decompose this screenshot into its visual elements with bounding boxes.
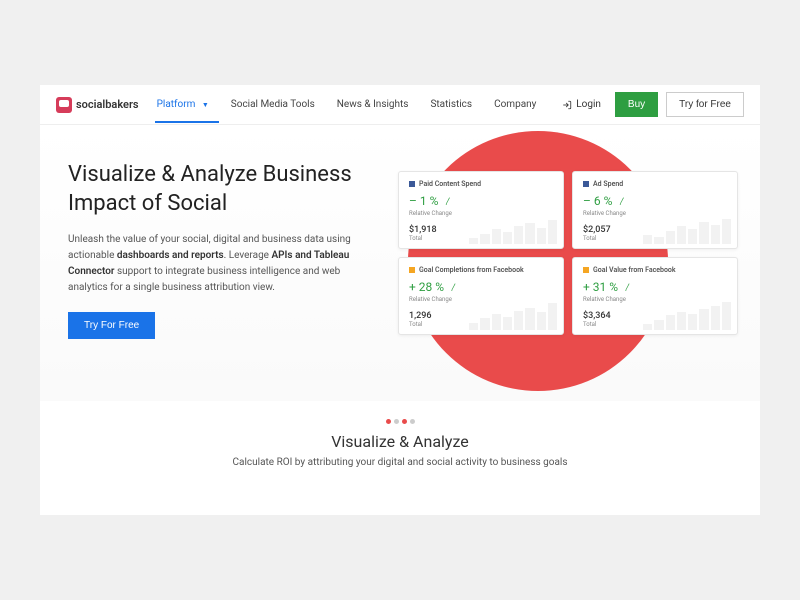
nav-statistics[interactable]: Statistics — [430, 87, 472, 122]
facebook-icon — [583, 181, 589, 187]
card-paid-content-spend: Paid Content Spend – 1 % 〳 Relative Chan… — [398, 171, 564, 249]
trend-icon: 〳 — [618, 196, 626, 207]
card-title: Goal Completions from Facebook — [409, 266, 553, 274]
metric-cards-grid: Paid Content Spend – 1 % 〳 Relative Chan… — [398, 171, 738, 335]
card-metric: + 28 % 〳 — [409, 280, 553, 294]
visualize-analyze-section: Visualize & Analyze Calculate ROI by att… — [40, 401, 760, 488]
hero-description: Unleash the value of your social, digita… — [68, 232, 358, 296]
login-link[interactable]: Login — [556, 99, 607, 110]
facebook-icon — [409, 181, 415, 187]
buy-button[interactable]: Buy — [615, 92, 658, 117]
sparkline-bars — [469, 214, 557, 244]
landing-page: socialbakers Platform ▼ Social Media Too… — [40, 85, 760, 515]
card-title: Ad Spend — [583, 180, 727, 188]
section-title: Visualize & Analyze — [80, 432, 720, 451]
nav-social-media-tools[interactable]: Social Media Tools — [231, 87, 315, 122]
analytics-icon — [583, 267, 589, 273]
hero-section: Visualize & Analyze Business Impact of S… — [40, 125, 760, 401]
nav-company[interactable]: Company — [494, 87, 536, 122]
top-nav: socialbakers Platform ▼ Social Media Too… — [40, 85, 760, 125]
chevron-down-icon: ▼ — [202, 101, 209, 109]
card-ad-spend: Ad Spend – 6 % 〳 Relative Change $2,057 … — [572, 171, 738, 249]
logo-icon — [56, 97, 72, 113]
section-description: Calculate ROI by attributing your digita… — [80, 457, 720, 468]
login-label: Login — [576, 99, 601, 110]
card-title: Goal Value from Facebook — [583, 266, 727, 274]
trend-icon: 〳 — [444, 196, 452, 207]
hero-cta-button[interactable]: Try For Free — [68, 312, 155, 339]
card-goal-value: Goal Value from Facebook + 31 % 〳 Relati… — [572, 257, 738, 335]
card-metric: – 1 % 〳 — [409, 194, 553, 208]
nav-items: Platform ▼ Social Media Tools News & Ins… — [157, 87, 557, 122]
sparkline-bars — [643, 214, 731, 244]
nav-right: Login Buy Try for Free — [556, 92, 744, 117]
card-title: Paid Content Spend — [409, 180, 553, 188]
login-icon — [562, 100, 572, 110]
card-metric: + 31 % 〳 — [583, 280, 727, 294]
trend-icon: 〳 — [624, 282, 632, 293]
try-for-free-button[interactable]: Try for Free — [666, 92, 744, 117]
hero-title: Visualize & Analyze Business Impact of S… — [68, 161, 358, 218]
brand-name: socialbakers — [76, 98, 139, 111]
brand-logo[interactable]: socialbakers — [56, 97, 139, 113]
sparkline-bars — [469, 300, 557, 330]
decorative-dots-icon — [80, 419, 720, 424]
trend-icon: 〳 — [450, 282, 458, 293]
hero-visual: Paid Content Spend – 1 % 〳 Relative Chan… — [388, 161, 732, 381]
analytics-icon — [409, 267, 415, 273]
card-metric: – 6 % 〳 — [583, 194, 727, 208]
nav-news-insights[interactable]: News & Insights — [337, 87, 409, 122]
nav-platform[interactable]: Platform ▼ — [157, 87, 209, 122]
sparkline-bars — [643, 300, 731, 330]
nav-item-label: Platform — [157, 99, 196, 110]
card-goal-completions: Goal Completions from Facebook + 28 % 〳 … — [398, 257, 564, 335]
hero-copy: Visualize & Analyze Business Impact of S… — [68, 161, 358, 381]
